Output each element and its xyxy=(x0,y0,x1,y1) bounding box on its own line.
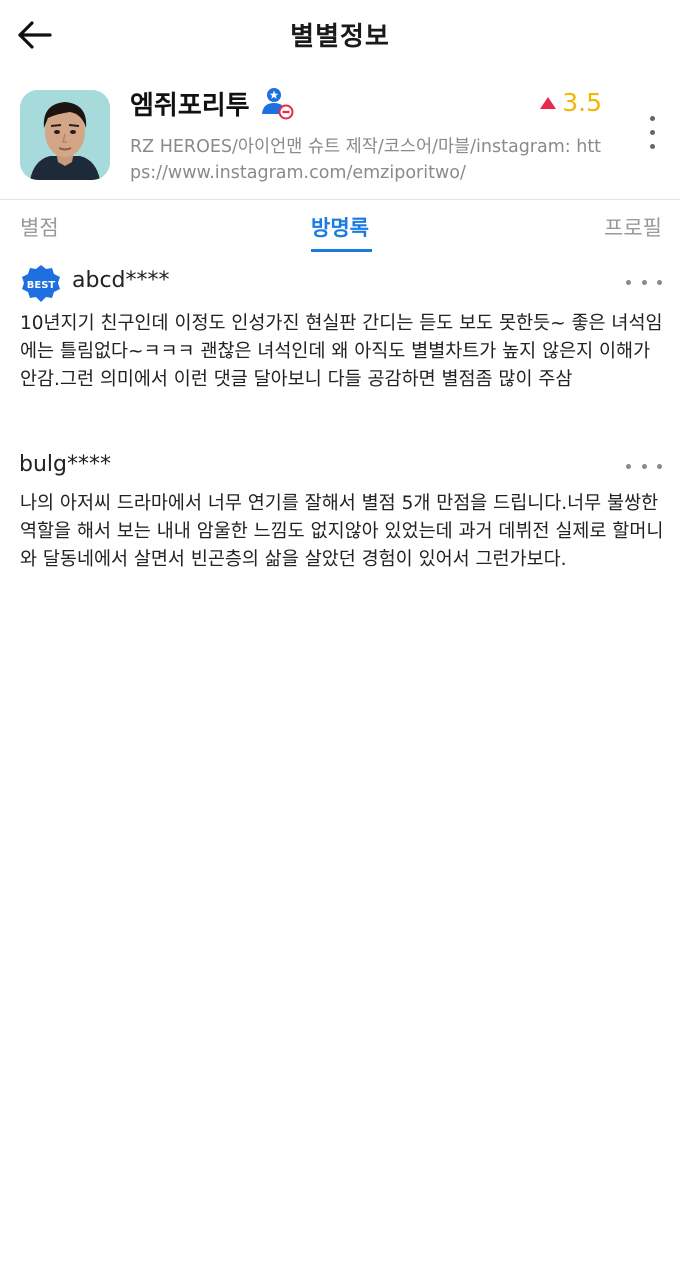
best-badge-icon: BEST xyxy=(22,265,60,302)
comment-header: BEST abcd**** xyxy=(0,262,680,302)
user-blocked-icon xyxy=(260,86,294,120)
tab-guestbook[interactable]: 방명록 xyxy=(0,212,680,242)
avatar-image xyxy=(20,90,110,180)
page-title: 별별정보 xyxy=(290,22,390,52)
profile-card: 엠쥐포리투 3.5 RZ HEROES/아이언맨 슈트 제작/코스어/마블/in… xyxy=(0,80,680,198)
comment-text: 10년지기 친구인데 이정도 인성가진 현실판 간디는 듣도 보도 못한듯~ 좋… xyxy=(20,313,663,390)
profile-description: RZ HEROES/아이언맨 슈트 제작/코스어/마블/instagram: h… xyxy=(130,137,602,183)
comment-item: BEST abcd**** 10년지기 친구인데 이정도 인성가진 현실판 간디… xyxy=(0,262,680,432)
page: 별별정보 엠쥐포리투 3.5 RZ HEROES/아이언맨 슈트 제작/코스어/… xyxy=(0,0,680,1278)
more-horizontal-icon[interactable] xyxy=(626,280,662,288)
more-vertical-icon[interactable] xyxy=(640,116,664,156)
more-horizontal-icon[interactable] xyxy=(626,464,662,472)
rating: 3.5 xyxy=(540,88,602,117)
comment-item: bulg**** 나의 아저씨 드라마에서 너무 연기를 잘해서 별점 5개 만… xyxy=(0,446,680,606)
profile-name-row: 엠쥐포리투 xyxy=(130,86,294,121)
tab-bar: 별점 방명록 프로필 xyxy=(0,200,680,254)
comment-text: 나의 아저씨 드라마에서 너무 연기를 잘해서 별점 5개 만점을 드립니다.너… xyxy=(20,493,664,570)
tab-guestbook-label: 방명록 xyxy=(311,216,369,240)
avatar[interactable] xyxy=(20,90,110,180)
rating-value: 3.5 xyxy=(562,88,602,117)
comment-username[interactable]: abcd**** xyxy=(72,268,170,293)
comment-header: bulg**** xyxy=(0,446,680,486)
app-header: 별별정보 xyxy=(0,0,680,68)
best-badge-label: BEST xyxy=(27,280,56,291)
profile-name: 엠쥐포리투 xyxy=(130,90,250,121)
active-tab-indicator xyxy=(311,249,372,252)
triangle-up-icon xyxy=(540,96,557,109)
comment-username[interactable]: bulg**** xyxy=(19,452,111,477)
tab-profile[interactable]: 프로필 xyxy=(604,212,662,242)
